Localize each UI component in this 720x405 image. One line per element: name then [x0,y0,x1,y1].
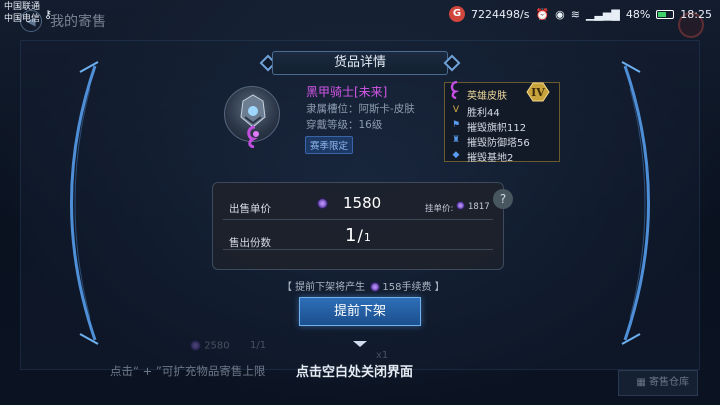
coin-icon [370,282,381,292]
season-limited-badge: 赛季限定 [305,136,354,154]
app-notification-icon: G [449,6,466,22]
listing-unit-price-label: 挂单价: [425,204,454,214]
price-panel: 出售单价 1580 挂单价: 1817 售出份数 1/1 [212,182,504,270]
wifi-icon: ≋ [570,7,580,21]
quantity-slash: / [357,226,363,245]
quantity-label: 售出份数 [229,237,271,249]
early-delist-button[interactable]: 提前下架 [299,297,421,326]
attribute-bases: 摧毁基地2 [467,153,514,164]
frame-left-bracket [70,61,99,345]
divider [223,249,493,250]
clock: 18:25 [680,7,712,21]
divider [223,219,493,220]
quantity-current: 1 [345,225,357,246]
item-name: 黑甲骑士[未来] [306,85,388,99]
battery-percent: 48% [625,7,651,21]
warehouse-icon: ▦ [636,377,649,388]
coin-icon [190,340,201,351]
fee-suffix: 】 [434,282,445,293]
price-label: 出售单价 [229,203,271,215]
alarm-icon: ⏰ [535,7,550,21]
price-value[interactable]: 1580 [343,194,381,212]
quantity-total: 1 [363,231,371,244]
attributes-header: 英雄皮肤 [467,91,507,102]
eye-icon: ◉ [555,7,565,21]
early-delist-fee-notice: 【 提前下架将产生 158手续费 】 [282,278,445,293]
victory-icon: V [452,105,460,115]
base-icon: ◆ [452,150,460,160]
frame-right-bracket [621,61,650,345]
battery-icon [656,9,675,19]
listing-unit-price-value: 1817 [468,202,490,212]
expand-consignment-hint: 点击“ + ”可扩充物品寄售上限 [110,364,266,378]
item-slot: 隶属槽位：阿斯卡-皮肤 [306,103,415,115]
status-bar: 中国联通 中国电信 ⚷ G 7224498/s ⏰ ◉ ≋ ▁▃▅▇ 48% 1… [0,0,720,26]
rarity-epic-small-icon [450,81,460,99]
network-speed: 7224498/s [471,7,530,21]
attribute-victories: 胜利44 [467,108,500,119]
fee-amount: 158手续费 [382,282,432,293]
signal-icon: ▁▃▅▇ [586,7,620,21]
help-button[interactable]: ? [493,189,513,209]
fee-prefix: 【 提前下架将产生 [282,282,366,293]
carrier-unicom: 中国联通 [4,2,41,12]
attribute-towers: 摧毁防御塔56 [467,138,530,149]
skin-attributes-panel: 英雄皮肤 IV V 胜利44 ⚑ 摧毁旗帜112 ♜ 摧毁防御塔56 ◆ 摧毁基… [444,81,560,164]
tower-icon: ♜ [451,135,461,145]
close-modal-hint[interactable]: 点击空白处关闭界面 [296,361,413,380]
rank-badge-icon: IV [526,82,550,102]
status-right: G 7224498/s ⏰ ◉ ≋ ▁▃▅▇ 48% 18:25 [449,6,712,22]
background-list-count: x1 [376,350,389,361]
coin-icon [317,198,328,209]
carrier-labels: 中国联通 中国电信 [4,1,40,25]
key-icon: ⚷ [44,8,53,21]
modal-title: 货品详情 [272,51,448,75]
chevron-down-icon [353,341,367,347]
background-list-quantity: 1/1 [250,340,267,351]
warehouse-label: 寄售仓库 [649,377,689,388]
carrier-telecom: 中国电信 [4,14,41,24]
coin-small-icon [456,201,465,210]
item-level: 穿戴等级：16级 [306,119,383,131]
attribute-flags: 摧毁旗帜112 [467,123,527,134]
consignment-warehouse-button[interactable]: ▦ 寄售仓库 [618,370,698,396]
rank-badge-text: IV [531,86,545,99]
flag-icon: ⚑ [451,120,461,130]
background-list-price: 2580 [190,340,230,352]
quantity-value[interactable]: 1/1 [345,225,371,246]
rarity-epic-icon [247,126,259,148]
